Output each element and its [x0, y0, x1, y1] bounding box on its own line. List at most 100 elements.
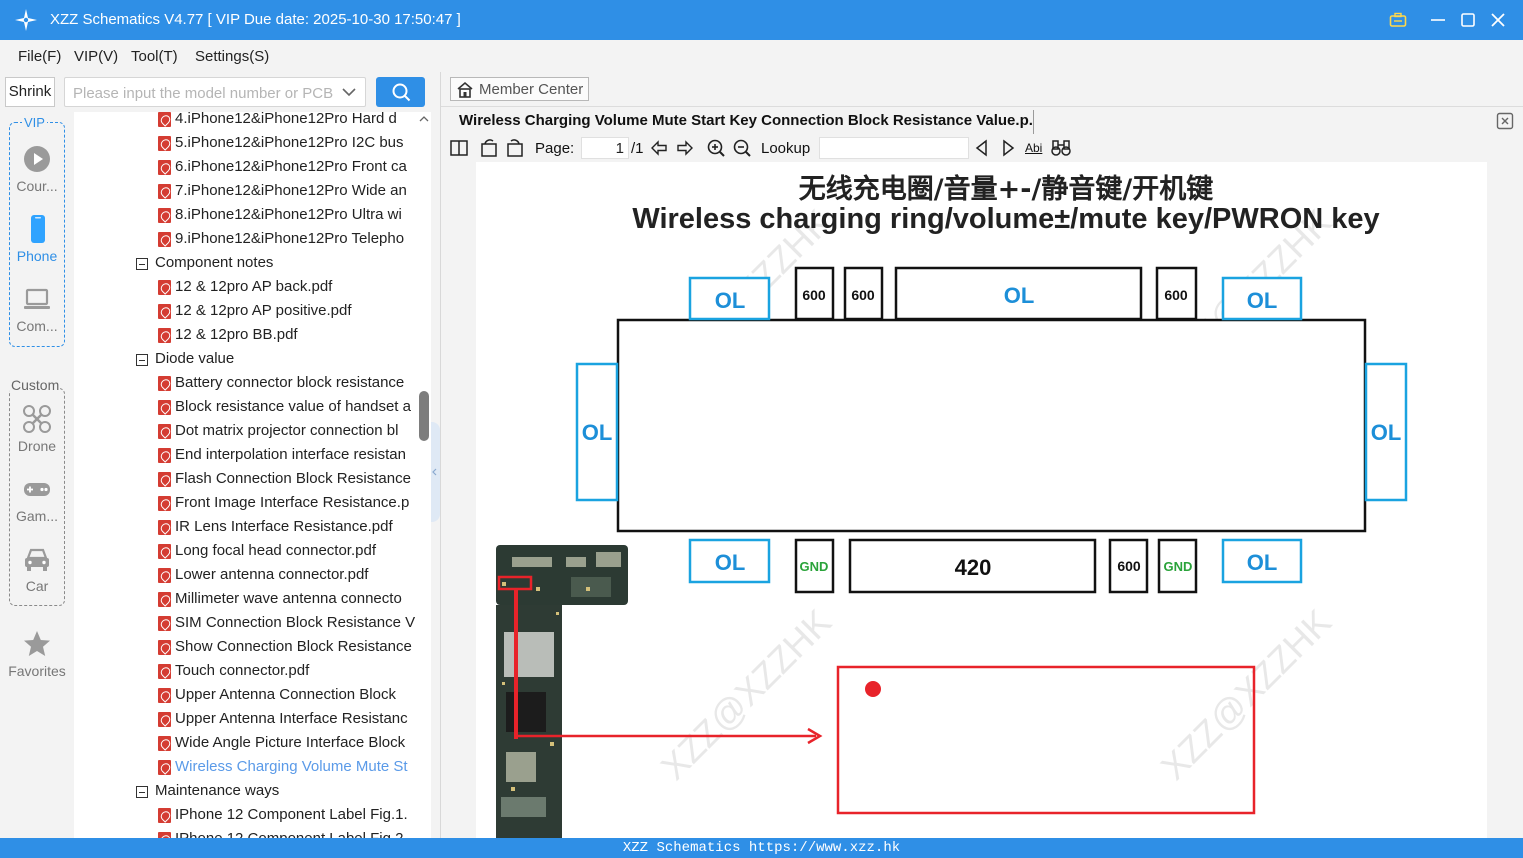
- rotate-left-icon[interactable]: [479, 138, 499, 158]
- prev-page-icon[interactable]: [649, 138, 669, 158]
- nav-car[interactable]: Car: [0, 544, 74, 602]
- vip-badge-button[interactable]: [1384, 6, 1412, 34]
- pad-label: OL: [715, 550, 746, 575]
- highlight-guide-line: [514, 589, 518, 739]
- doc-title-en: Wireless charging ring/volume±/mute key/…: [632, 203, 1379, 235]
- pdf-icon: [158, 592, 171, 607]
- tree-file[interactable]: Wireless Charging Volume Mute St: [74, 756, 417, 780]
- tree-label: IPhone 12 Component Label Fig.1.: [175, 806, 408, 823]
- nav-courses[interactable]: Cour...: [0, 144, 74, 202]
- nav-favorites[interactable]: Favorites: [0, 629, 74, 687]
- tree-folder[interactable]: Diode value: [74, 348, 417, 372]
- collapse-icon[interactable]: [136, 354, 148, 366]
- tree-file[interactable]: 6.iPhone12&iPhone12Pro Front ca: [74, 156, 417, 180]
- tree-file[interactable]: Long focal head connector.pdf: [74, 540, 417, 564]
- tree-file[interactable]: 9.iPhone12&iPhone12Pro Telepho: [74, 228, 417, 252]
- pdf-icon: [158, 640, 171, 655]
- find-prev-icon[interactable]: [973, 138, 991, 158]
- tree-file[interactable]: Touch connector.pdf: [74, 660, 417, 684]
- tree-scroll-thumb[interactable]: [419, 391, 429, 441]
- scroll-up-icon[interactable]: [419, 114, 429, 124]
- tree-file[interactable]: SIM Connection Block Resistance V: [74, 612, 417, 636]
- menu-settings[interactable]: Settings(S): [195, 48, 269, 65]
- viewer-pane: Member Center Wireless Charging Volume M…: [440, 72, 1523, 838]
- menu-tool[interactable]: Tool(T): [131, 48, 178, 65]
- pdf-page[interactable]: XZZ@XZZHK XZZ@XZZHK XZZ@XZZHK XZZ@XZZHK …: [476, 162, 1487, 838]
- tree-file[interactable]: Millimeter wave antenna connecto: [74, 588, 417, 612]
- tree-file[interactable]: Flash Connection Block Resistance: [74, 468, 417, 492]
- nav-phone[interactable]: Phone: [0, 214, 74, 272]
- nav-computer[interactable]: Com...: [0, 284, 74, 342]
- pad-label: OL: [1247, 550, 1278, 575]
- page-number-input[interactable]: 1: [581, 137, 629, 159]
- tree-file[interactable]: 7.iPhone12&iPhone12Pro Wide an: [74, 180, 417, 204]
- tree-file[interactable]: 12 & 12pro BB.pdf: [74, 324, 417, 348]
- watermark-text: XZZ@XZZHK: [653, 601, 839, 787]
- collapse-handle[interactable]: [431, 422, 440, 522]
- home-icon: [457, 81, 473, 98]
- zoom-out-icon[interactable]: [732, 138, 752, 158]
- tree-file[interactable]: Block resistance value of handset a: [74, 396, 417, 420]
- search-combobox[interactable]: [64, 77, 366, 107]
- pdf-icon: [158, 280, 171, 295]
- close-tab-icon[interactable]: [1496, 112, 1514, 130]
- tree-file[interactable]: Lower antenna connector.pdf: [74, 564, 417, 588]
- pdf-icon: [158, 232, 171, 247]
- tree-file[interactable]: Front Image Interface Resistance.p: [74, 492, 417, 516]
- menu-file[interactable]: File(F): [18, 48, 61, 65]
- next-page-icon[interactable]: [675, 138, 695, 158]
- search-button[interactable]: [376, 77, 425, 107]
- find-next-icon[interactable]: [999, 138, 1017, 158]
- zoom-in-icon[interactable]: [706, 138, 726, 158]
- schematic-drawing: XZZ@XZZHK XZZ@XZZHK XZZ@XZZHK XZZ@XZZHK …: [496, 173, 1408, 838]
- tree-file[interactable]: 5.iPhone12&iPhone12Pro I2C bus: [74, 132, 417, 156]
- tree-file[interactable]: IPhone 12 Component Label Fig.1.: [74, 804, 417, 828]
- tree-folder[interactable]: Maintenance ways: [74, 780, 417, 804]
- custom-group-label: Custom: [10, 377, 61, 393]
- panel-splitter[interactable]: [431, 112, 440, 838]
- collapse-icon[interactable]: [136, 258, 148, 270]
- nav-game[interactable]: Gam...: [0, 474, 74, 532]
- search-input[interactable]: [73, 82, 335, 104]
- tree-file[interactable]: IR Lens Interface Resistance.pdf: [74, 516, 417, 540]
- tree-file[interactable]: 12 & 12pro AP back.pdf: [74, 276, 417, 300]
- nav-drone[interactable]: Drone: [0, 404, 74, 462]
- tree-label: Battery connector block resistance: [175, 374, 405, 391]
- search-icon: [392, 83, 410, 102]
- pdf-icon: [158, 712, 171, 727]
- minimize-button[interactable]: [1424, 6, 1452, 34]
- close-button[interactable]: [1484, 6, 1512, 34]
- tree-file[interactable]: Upper Antenna Interface Resistanc: [74, 708, 417, 732]
- pdf-icon: [158, 544, 171, 559]
- tree-file[interactable]: End interpolation interface resistan: [74, 444, 417, 468]
- tab-document[interactable]: Wireless Charging Volume Mute Start Key …: [449, 110, 1034, 134]
- tree-file[interactable]: 4.iPhone12&iPhone12Pro Hard d: [74, 112, 417, 132]
- rotate-right-icon[interactable]: [505, 138, 525, 158]
- tree-file[interactable]: Battery connector block resistance: [74, 372, 417, 396]
- nav-label: Phone: [16, 248, 58, 264]
- tree-folder[interactable]: Component notes: [74, 252, 417, 276]
- tree-file[interactable]: 8.iPhone12&iPhone12Pro Ultra wi: [74, 204, 417, 228]
- tree-file[interactable]: IPhone 12 Component Label Fig.2.: [74, 828, 417, 838]
- match-case-button[interactable]: Abi: [1025, 141, 1042, 155]
- pdf-icon: [158, 160, 171, 175]
- chevron-down-icon[interactable]: [341, 84, 357, 100]
- member-center-button[interactable]: Member Center: [450, 77, 589, 101]
- tree-file[interactable]: Wide Angle Picture Interface Block: [74, 732, 417, 756]
- tree-file[interactable]: Upper Antenna Connection Block: [74, 684, 417, 708]
- lookup-input[interactable]: [819, 137, 969, 159]
- collapse-icon[interactable]: [136, 786, 148, 798]
- sidebar-toggle-icon[interactable]: [449, 138, 469, 158]
- pdf-toolbar: Page: 1 /1 Lookup Abi: [441, 134, 1523, 162]
- tree-scrollbar[interactable]: [417, 112, 431, 838]
- menu-vip[interactable]: VIP(V): [74, 48, 118, 65]
- pdf-icon: [158, 424, 171, 439]
- pdf-icon: [158, 208, 171, 223]
- binoculars-icon[interactable]: [1050, 138, 1072, 158]
- tree-file[interactable]: 12 & 12pro AP positive.pdf: [74, 300, 417, 324]
- tree-label: 4.iPhone12&iPhone12Pro Hard d: [175, 112, 397, 127]
- tree-file[interactable]: Dot matrix projector connection bl: [74, 420, 417, 444]
- maximize-button[interactable]: [1454, 6, 1482, 34]
- tree-file[interactable]: Show Connection Block Resistance: [74, 636, 417, 660]
- shrink-button[interactable]: Shrink: [5, 77, 55, 107]
